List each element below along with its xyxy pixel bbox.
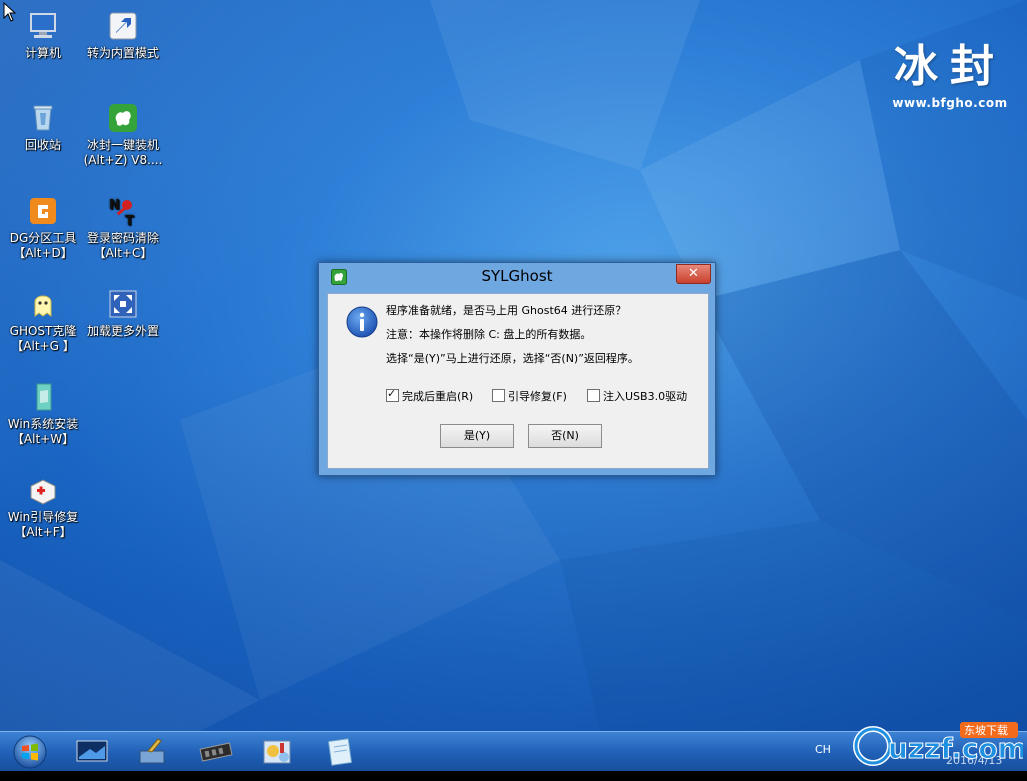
dialog-message-line3: 选择“是(Y)”马上进行还原，选择“否(N)”返回程序。	[386, 352, 639, 365]
icon-label: GHOST克隆	[9, 324, 77, 338]
svg-text:东坡下载: 东坡下载	[964, 724, 1008, 737]
desktop: 计算机 转为内置模式 回收站 冰封一键装机 (Alt+Z) V8.... DG分…	[0, 0, 1027, 731]
bingfeng-installer-icon	[109, 104, 137, 132]
desktop-icon-bingfeng-installer[interactable]: 冰封一键装机 (Alt+Z) V8....	[82, 102, 164, 168]
svg-text:N: N	[109, 198, 120, 213]
desktop-icon-password-clear[interactable]: N T 登录密码清除 【Alt+C】	[82, 195, 164, 261]
dialog-title: SYLGhost	[481, 267, 553, 285]
taskbar-memory-chip-icon[interactable]	[198, 737, 234, 767]
checkbox-restart-after[interactable]: 完成后重启(R)	[386, 387, 474, 403]
desktop-icon-builtin-mode[interactable]: 转为内置模式	[82, 10, 164, 61]
icon-label: 加载更多外置	[86, 324, 159, 338]
icon-label: 回收站	[24, 138, 61, 152]
icon-label-hotkey: 【Alt+F】	[14, 525, 72, 539]
language-indicator[interactable]: CH	[815, 743, 831, 756]
dialog-message-line2: 注意：本操作将删除 C: 盘上的所有数据。	[386, 328, 592, 341]
checkbox-boot-repair[interactable]: 引导修复(F)	[492, 388, 567, 403]
nt-password-key-icon: N T	[109, 198, 134, 227]
recycle-bin-icon	[33, 105, 53, 131]
desktop-icon-recycle-bin[interactable]: 回收站	[2, 102, 84, 153]
shortcut-arrow-icon	[109, 12, 137, 40]
checkbox-label: 注入USB3.0驱动	[603, 390, 688, 403]
mouse-cursor-icon	[3, 2, 17, 22]
close-button[interactable]: ✕	[676, 264, 711, 284]
start-button[interactable]	[12, 734, 48, 770]
icon-label: DG分区工具	[9, 231, 77, 245]
screen-bottom-border	[0, 771, 1027, 781]
brand-url: www.bfgho.com	[892, 96, 1008, 110]
checkbox-inject-usb3[interactable]: 注入USB3.0驱动	[587, 388, 688, 403]
info-icon	[346, 306, 378, 338]
sylghost-dialog: SYLGhost ✕ 程序准备就绪，是否马上用 Ghost64 进行还原？ 注意…	[318, 262, 716, 476]
icon-label-hotkey: 【Alt+C】	[93, 246, 153, 260]
desktop-icon-boot-repair[interactable]: Win引导修复 【Alt+F】	[2, 474, 84, 540]
computer-icon	[30, 13, 56, 38]
desktop-icon-load-external[interactable]: 加载更多外置	[82, 288, 164, 339]
icon-label-hotkey: (Alt+Z) V8....	[83, 153, 163, 167]
dialog-titlebar[interactable]: SYLGhost ✕	[319, 263, 715, 289]
checkbox-box[interactable]	[492, 389, 505, 402]
uzzf-watermark-logo: uzzf.com 东坡下载	[853, 722, 1023, 766]
ghost-icon	[34, 295, 52, 317]
dialog-message-line1: 程序准备就绪，是否马上用 Ghost64 进行还原？	[386, 304, 627, 317]
checkbox-label: 完成后重启(R)	[402, 390, 474, 403]
brand-logo: 冰封 www.bfgho.com	[880, 30, 1020, 110]
desktop-icon-win-install[interactable]: Win系统安装 【Alt+W】	[2, 381, 84, 447]
first-aid-kit-icon	[30, 479, 56, 505]
svg-text:T: T	[125, 214, 134, 227]
desktop-icon-ghost-clone[interactable]: GHOST克隆 【Alt+G 】	[2, 288, 84, 354]
taskbar-notepad-icon[interactable]	[322, 737, 358, 767]
icon-label: Win引导修复	[7, 510, 79, 524]
yes-button[interactable]: 是(Y)	[440, 424, 514, 448]
icon-label: 冰封一键装机	[86, 138, 159, 152]
icon-label: 登录密码清除	[86, 231, 159, 245]
desktop-icon-dg-partition[interactable]: DG分区工具 【Alt+D】	[2, 195, 84, 261]
taskbar-broom-tool-icon[interactable]	[134, 737, 170, 767]
icon-label: 转为内置模式	[86, 46, 159, 60]
checkbox-box-checked[interactable]	[386, 387, 399, 402]
taskbar-desktop-icon[interactable]	[74, 737, 110, 767]
expand-arrows-icon	[109, 290, 137, 318]
windows-install-icon	[36, 383, 52, 411]
checkbox-box[interactable]	[587, 389, 600, 402]
taskbar-tools-icon[interactable]	[260, 737, 296, 767]
no-button[interactable]: 否(N)	[528, 424, 602, 448]
icon-label: 计算机	[24, 46, 61, 60]
icon-label-hotkey: 【Alt+W】	[11, 432, 75, 446]
diskgenius-icon	[30, 198, 56, 224]
icon-label: Win系统安装	[7, 417, 79, 431]
checkbox-label: 引导修复(F)	[508, 390, 567, 403]
icon-label-hotkey: 【Alt+D】	[13, 246, 73, 260]
dialog-body: 程序准备就绪，是否马上用 Ghost64 进行还原？ 注意：本操作将删除 C: …	[327, 293, 709, 469]
brand-title: 冰封	[894, 41, 1006, 92]
icon-label-hotkey: 【Alt+G 】	[11, 339, 75, 353]
